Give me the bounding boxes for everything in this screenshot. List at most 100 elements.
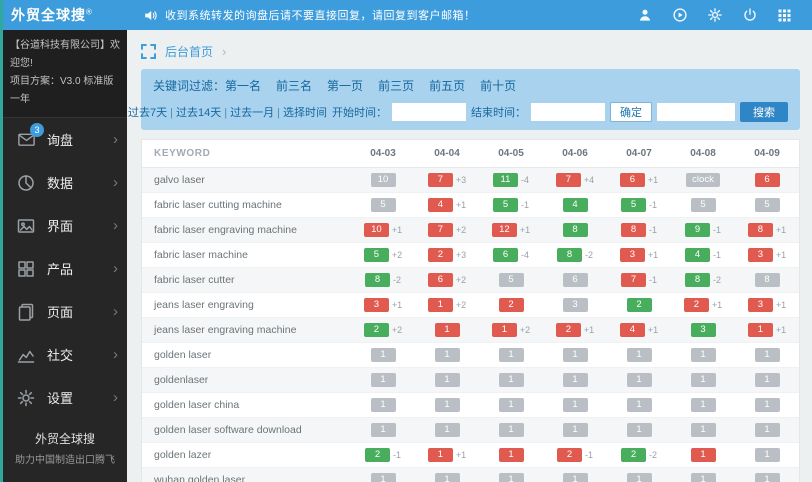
rank-cell: 1 xyxy=(735,393,799,418)
sidebar-footer: 外贸全球搜 助力中国制造出口腾飞 xyxy=(3,428,127,470)
sidebar-item-inquiry[interactable]: 3询盘› xyxy=(3,118,127,161)
avatar-icon[interactable] xyxy=(637,7,653,23)
rank-cell: 1 xyxy=(415,343,479,368)
power-icon[interactable] xyxy=(742,7,758,23)
rank-badge: 1 xyxy=(371,473,396,482)
rank-badge: 3 xyxy=(748,298,773,312)
rank-cell: 1 xyxy=(543,468,607,482)
sidebar-item-settings[interactable]: 设置› xyxy=(3,376,127,419)
end-time-input[interactable] xyxy=(531,103,605,121)
rank-cell: 8-2 xyxy=(543,243,607,268)
time-filter-option[interactable]: 过去7天 xyxy=(128,107,167,119)
chevron-right-icon: › xyxy=(113,175,118,190)
rank-badge: 2 xyxy=(365,448,390,462)
sidebar-item-label: 社交 xyxy=(47,345,113,364)
rank-badge: 1 xyxy=(371,373,396,387)
rank-badge: 5 xyxy=(691,198,716,212)
rank-cell: 2 xyxy=(607,293,671,318)
rank-badge: 2 xyxy=(684,298,709,312)
app-logo[interactable]: 外贸全球搜® xyxy=(3,5,135,25)
image-icon xyxy=(16,216,38,236)
breadcrumb-home[interactable]: 后台首页 xyxy=(165,43,213,60)
play-icon[interactable] xyxy=(672,7,688,23)
rank-cell: 1 xyxy=(351,393,415,418)
keyword-filter-option[interactable]: 前十页 xyxy=(480,79,516,93)
footer-slogan: 助力中国制造出口腾飞 xyxy=(3,451,127,470)
rank-badge: 1 xyxy=(691,373,716,387)
keyword-filter-option[interactable]: 前五页 xyxy=(429,79,465,93)
rank-delta: -1 xyxy=(393,450,401,460)
rank-cell: 2-1 xyxy=(543,443,607,468)
rank-badge: 1 xyxy=(435,473,460,482)
rank-badge: 2 xyxy=(627,298,652,312)
rank-cell: 1+1 xyxy=(415,443,479,468)
registered-mark: ® xyxy=(86,7,93,16)
rank-delta: -1 xyxy=(713,225,721,235)
start-time-input[interactable] xyxy=(392,103,466,121)
rank-badge: 7 xyxy=(556,173,581,187)
sidebar-item-data[interactable]: 数据› xyxy=(3,161,127,204)
gear-icon[interactable] xyxy=(707,7,723,23)
rank-cell: 1 xyxy=(607,418,671,443)
keyword-column-header: KEYWORD xyxy=(142,140,351,168)
rank-cell: 1 xyxy=(479,368,543,393)
keyword-filter-option[interactable]: 第一名 xyxy=(225,79,261,93)
rank-cell: 7+2 xyxy=(415,218,479,243)
rank-badge: 3 xyxy=(748,248,773,262)
rank-badge: 8 xyxy=(557,248,582,262)
keyword-cell: goldenlaser xyxy=(142,368,351,393)
chevron-right-icon: › xyxy=(113,261,118,276)
table-row: golden lazer2-11+112-12-211 xyxy=(142,443,799,468)
clock-badge: clock xyxy=(686,173,720,187)
main-content: 后台首页 › 关键词过滤： 第一名前三名第一页前三页前五页前十页 查看时间： 过… xyxy=(127,30,812,482)
time-filter-option[interactable]: 过去14天 xyxy=(176,107,221,119)
keyword-filter-option[interactable]: 前三名 xyxy=(276,79,312,93)
table-row: jeans laser engraving machine2+211+22+14… xyxy=(142,318,799,343)
keyword-search-input[interactable] xyxy=(657,103,735,121)
time-filter-option[interactable]: 选择时间 xyxy=(283,107,327,119)
keyword-cell: jeans laser engraving xyxy=(142,293,351,318)
keyword-cell: fabric laser cutting machine xyxy=(142,193,351,218)
sidebar-item-pages[interactable]: 页面› xyxy=(3,290,127,333)
fullscreen-icon[interactable] xyxy=(141,44,156,59)
rank-cell: 5+2 xyxy=(351,243,415,268)
rank-cell: 3+1 xyxy=(735,293,799,318)
chevron-right-icon: › xyxy=(113,347,118,362)
search-button[interactable]: 搜索 xyxy=(740,102,788,122)
rank-badge: 1 xyxy=(627,348,652,362)
rank-badge: 1 xyxy=(435,398,460,412)
keyword-cell: golden laser xyxy=(142,343,351,368)
keyword-cell: fabric laser engraving machine xyxy=(142,218,351,243)
rank-delta: +1 xyxy=(392,225,402,235)
grid-icon[interactable] xyxy=(777,8,792,23)
sidebar-item-products[interactable]: 产品› xyxy=(3,247,127,290)
keyword-filter-option[interactable]: 第一页 xyxy=(327,79,363,93)
sidebar-item-interface[interactable]: 界面› xyxy=(3,204,127,247)
rank-cell: 4 xyxy=(543,193,607,218)
time-filter-option[interactable]: 过去一月 xyxy=(230,107,274,119)
rank-delta: -2 xyxy=(649,450,657,460)
table-row: golden laser software download1111111 xyxy=(142,418,799,443)
keyword-filter-option[interactable]: 前三页 xyxy=(378,79,414,93)
rank-badge: 7 xyxy=(621,273,646,287)
sidebar-item-social[interactable]: 社交› xyxy=(3,333,127,376)
confirm-button[interactable]: 确定 xyxy=(610,102,652,122)
pie-chart-icon xyxy=(16,173,38,193)
rank-badge: 3 xyxy=(563,298,588,312)
notification-badge: 3 xyxy=(30,123,44,137)
rank-badge: 1 xyxy=(755,473,780,482)
rank-delta: +1 xyxy=(776,250,786,260)
keyword-cell: fabric laser cutter xyxy=(142,268,351,293)
rank-cell: 1 xyxy=(607,393,671,418)
table-header-row: KEYWORD04-0304-0404-0504-0604-0704-0804-… xyxy=(142,140,799,168)
rank-cell: 8+1 xyxy=(735,218,799,243)
rank-cell: 2+3 xyxy=(415,243,479,268)
table-row: fabric laser machine5+22+36-48-23+14-13+… xyxy=(142,243,799,268)
rank-badge: 1 xyxy=(435,348,460,362)
pages-icon xyxy=(16,302,38,322)
rank-delta: +1 xyxy=(648,325,658,335)
rank-badge: 1 xyxy=(428,298,453,312)
rank-badge: 2 xyxy=(557,448,582,462)
end-time-label: 结束时间： xyxy=(471,104,526,120)
footer-brand: 外贸全球搜 xyxy=(3,428,127,451)
